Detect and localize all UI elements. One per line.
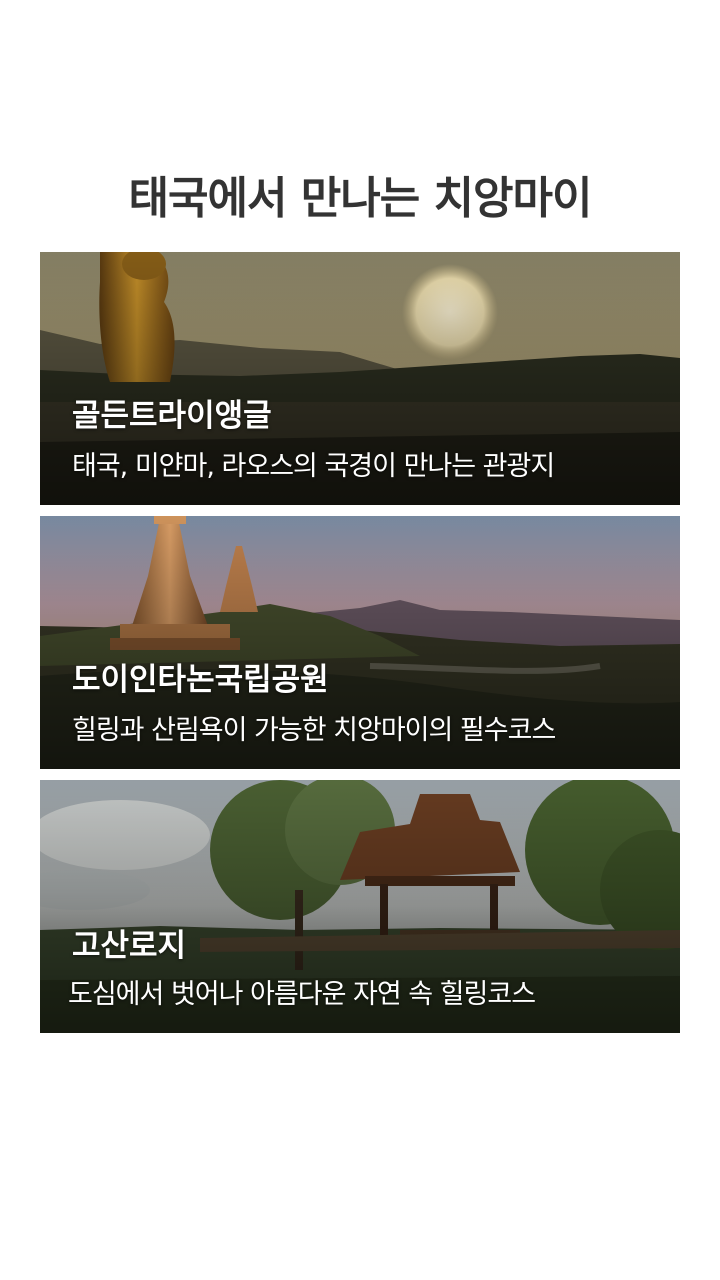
- card-title: 도이인타논국립공원: [72, 662, 329, 698]
- page-title: 태국에서 만나는 치앙마이: [128, 173, 593, 224]
- card-description: 힐링과 산림욕이 가능한 치앙마이의 필수코스: [72, 715, 556, 746]
- card-golden-triangle[interactable]: 골든트라이앵글 태국, 미얀마, 라오스의 국경이 만나는 관광지: [40, 252, 680, 505]
- card-description: 도심에서 벗어나 아름다운 자연 속 힐링코스: [68, 979, 536, 1010]
- card-doi-inthanon[interactable]: 도이인타논국립공원 힐링과 산림욕이 가능한 치앙마이의 필수코스: [40, 516, 680, 769]
- card-description: 태국, 미얀마, 라오스의 국경이 만나는 관광지: [72, 451, 555, 482]
- card-title: 골든트라이앵글: [72, 398, 272, 434]
- card-mountain-lodge[interactable]: 고산로지 도심에서 벗어나 아름다운 자연 속 힐링코스: [40, 780, 680, 1033]
- card-title: 고산로지: [72, 928, 187, 964]
